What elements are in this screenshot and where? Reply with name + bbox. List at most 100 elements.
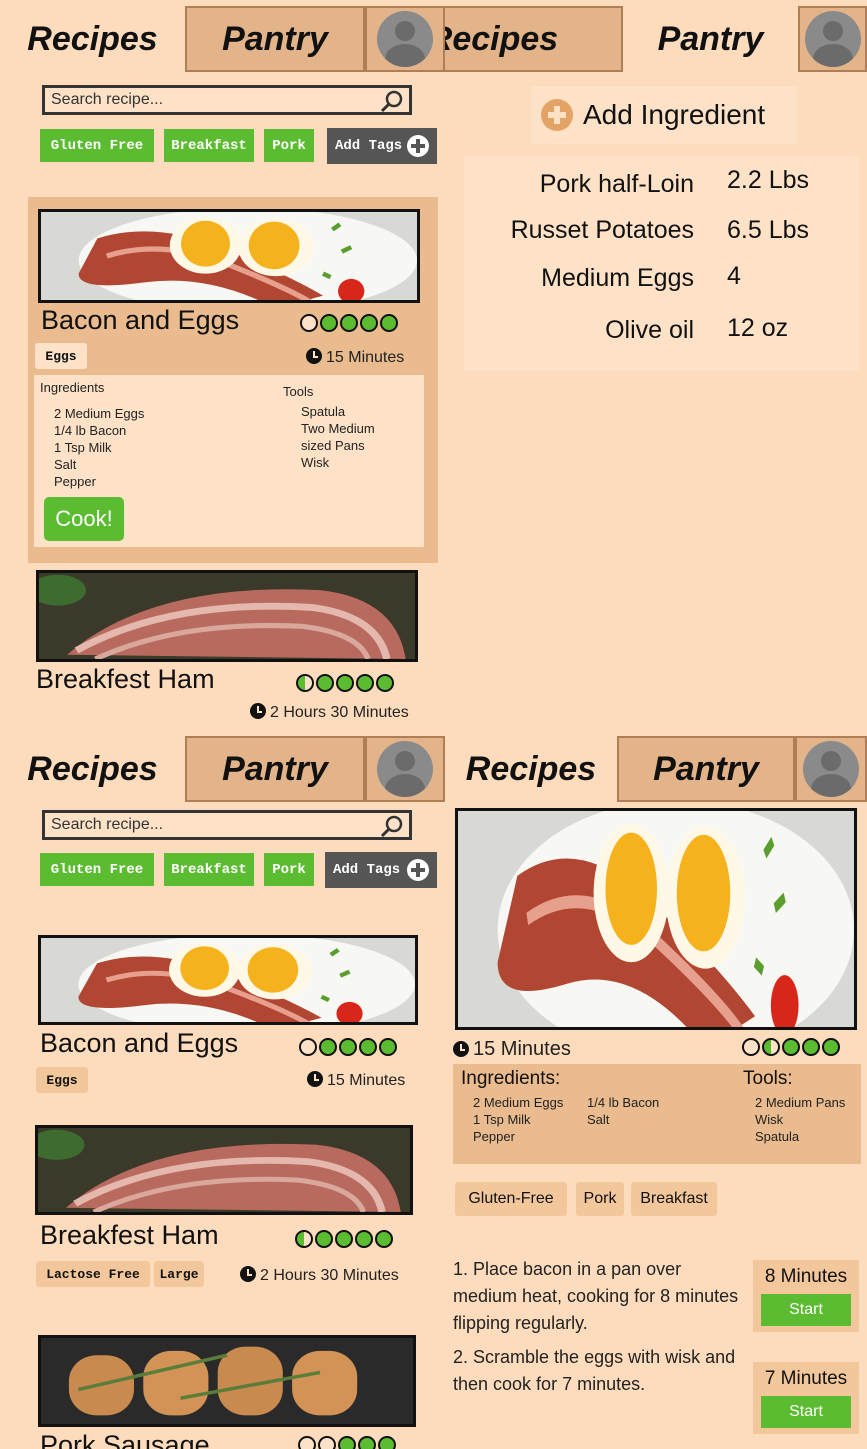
pantry-item-qty[interactable]: 6.5 Lbs <box>727 216 809 245</box>
plus-icon <box>541 99 573 131</box>
profile-button[interactable] <box>365 6 445 72</box>
recipe-time: 2 Hours 30 Minutes <box>240 1266 399 1285</box>
rating-dot <box>376 674 394 692</box>
pantry-item-name: Olive oil <box>605 316 694 344</box>
tab-pantry[interactable]: Pantry <box>617 736 795 802</box>
tab-pantry[interactable]: Pantry <box>185 736 365 802</box>
tab-recipes[interactable]: Recipes <box>0 736 185 802</box>
tab-pantry[interactable]: Pantry <box>185 6 365 72</box>
recipe-tag[interactable]: Gluten-Free <box>455 1182 567 1216</box>
pantry-item-qty[interactable]: 4 <box>727 262 741 291</box>
profile-button[interactable] <box>798 6 867 72</box>
profile-button[interactable] <box>795 736 867 802</box>
clock-icon <box>307 1071 323 1087</box>
rating-dot <box>380 314 398 332</box>
tab-pantry[interactable]: Pantry <box>623 6 798 72</box>
recipe-tag[interactable]: Eggs <box>35 343 87 369</box>
rating-dot <box>319 1038 337 1056</box>
pantry-item-qty[interactable]: 2.2 Lbs <box>727 166 809 195</box>
recipe-tag[interactable]: Breakfast <box>631 1182 717 1216</box>
ingredients-heading: Ingredients: <box>461 1068 561 1089</box>
rating-dot <box>742 1038 760 1056</box>
add-tags-button[interactable]: Add Tags <box>327 128 437 164</box>
recipe-tag[interactable]: Eggs <box>36 1067 88 1093</box>
rating-dot <box>355 1230 373 1248</box>
rating <box>742 1038 840 1056</box>
plus-icon <box>407 135 429 157</box>
pantry-item-name: Medium Eggs <box>541 264 694 292</box>
rating-dot <box>339 1038 357 1056</box>
tab-bar: Recipes Pantry <box>0 730 445 805</box>
tool-list: 2 Medium Pans Wisk Spatula <box>755 1095 846 1144</box>
rating-dot <box>336 674 354 692</box>
recipe-card-expanded[interactable]: Bacon and Eggs Eggs 15 Minutes Ingredien… <box>28 197 438 563</box>
recipe-tag[interactable]: Lactose Free <box>36 1261 150 1287</box>
rating-dot <box>359 1038 377 1056</box>
tab-recipes[interactable]: Recipes <box>445 6 623 72</box>
tab-bar: Recipes Pantry <box>445 730 867 805</box>
ingredients-heading: Ingredients <box>40 380 105 395</box>
pantry-screen: Recipes Pantry Add Ingredient Pork half-… <box>445 0 867 730</box>
rating-dot <box>378 1436 396 1449</box>
rating-dot <box>340 314 358 332</box>
rating-dot <box>298 1436 316 1449</box>
rating-dot <box>338 1436 356 1449</box>
start-timer-button[interactable]: Start <box>761 1396 851 1428</box>
rating-dot <box>320 314 338 332</box>
recipes-screen: Recipes Pantry Search recipe... Gluten F… <box>0 730 445 1449</box>
rating-dot <box>295 1230 313 1248</box>
tab-recipes[interactable]: Recipes <box>445 736 617 802</box>
profile-button[interactable] <box>365 736 445 802</box>
recipe-image-bacon-eggs[interactable] <box>38 935 418 1025</box>
recipe-time: 2 Hours 30 Minutes <box>250 703 409 722</box>
tools-heading: Tools: <box>743 1068 793 1089</box>
avatar <box>377 741 433 797</box>
recipe-details: Ingredients: 2 Medium Eggs 1 Tsp Milk Pepp… <box>453 1064 861 1164</box>
recipe-tag[interactable]: Pork <box>576 1182 624 1216</box>
avatar <box>377 11 433 67</box>
filter-tag-breakfast[interactable]: Breakfast <box>164 129 254 162</box>
add-tags-button[interactable]: Add Tags <box>325 852 437 888</box>
recipe-time: 15 Minutes <box>307 1071 405 1090</box>
search-input[interactable]: Search recipe... <box>42 85 412 115</box>
rating-dot <box>782 1038 800 1056</box>
recipe-image-ham <box>36 570 418 662</box>
filter-tag-gluten-free[interactable]: Gluten Free <box>40 129 154 162</box>
tool-list: Spatula Two Medium sized Pans Wisk <box>301 404 375 470</box>
recipe-image-bacon-eggs <box>38 209 420 303</box>
ingredient-list: 2 Medium Eggs 1 Tsp Milk Pepper <box>473 1095 564 1144</box>
filter-tag-breakfast[interactable]: Breakfast <box>164 853 254 886</box>
recipe-image-ham[interactable] <box>35 1125 413 1215</box>
cook-button[interactable]: Cook! <box>44 497 124 541</box>
rating-dot <box>299 1038 317 1056</box>
rating-dot <box>822 1038 840 1056</box>
start-timer-button[interactable]: Start <box>761 1294 851 1326</box>
recipe-details: Ingredients 2 Medium Eggs 1/4 lb Bacon 1 T… <box>34 375 424 547</box>
recipe-image-sausage[interactable] <box>38 1335 416 1427</box>
filter-tag-pork[interactable]: Pork <box>264 129 314 162</box>
tools-heading: Tools <box>283 384 314 399</box>
filter-tag-pork[interactable]: Pork <box>264 853 314 886</box>
clock-icon <box>250 703 266 719</box>
pantry-item-name: Pork half-Loin <box>539 170 694 198</box>
rating-dot <box>360 314 378 332</box>
recipes-screen-expanded: Recipes Pantry Search recipe... Gluten F… <box>0 0 445 730</box>
ingredient-list: 2 Medium Eggs 1/4 lb Bacon 1 Tsp Milk Salt P… <box>54 406 145 489</box>
search-input[interactable]: Search recipe... <box>42 810 412 840</box>
filter-tag-gluten-free[interactable]: Gluten Free <box>40 853 154 886</box>
recipe-title[interactable]: Pork Sausage <box>40 1430 210 1449</box>
pantry-item-name: Russet Potatoes <box>510 216 694 244</box>
search-icon <box>380 90 403 113</box>
step-2-text: 2. Scramble the eggs with wisk and then … <box>453 1347 736 1394</box>
recipe-title[interactable]: Bacon and Eggs <box>40 1028 238 1059</box>
tab-recipes[interactable]: Recipes <box>0 6 185 72</box>
rating-dot <box>356 674 374 692</box>
recipe-title[interactable]: Breakfest Ham <box>40 1220 219 1251</box>
recipe-title[interactable]: Breakfest Ham <box>36 664 215 695</box>
recipe-tag[interactable]: Large <box>154 1261 204 1287</box>
avatar <box>804 11 861 67</box>
rating-dot <box>316 674 334 692</box>
pantry-item-qty[interactable]: 12 oz <box>727 314 788 343</box>
rating-dot <box>296 674 314 692</box>
add-ingredient-button[interactable]: Add Ingredient <box>531 86 798 144</box>
